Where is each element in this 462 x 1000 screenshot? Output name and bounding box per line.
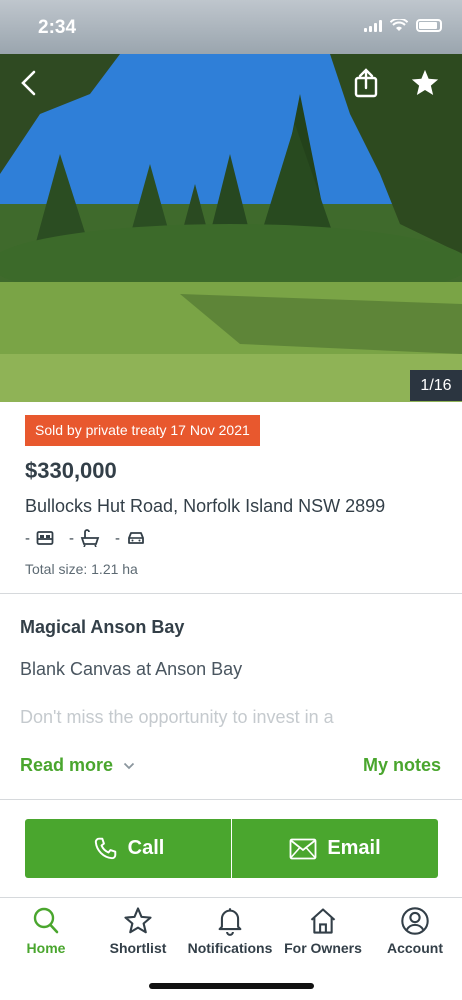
sold-badge: Sold by private treaty 17 Nov 2021 [25,415,260,446]
description-section: Magical Anson Bay Blank Canvas at Anson … [0,594,462,800]
wifi-icon [390,19,408,31]
chevron-down-icon [123,762,135,769]
description-subheading: Blank Canvas at Anson Bay [20,659,243,679]
price: $330,000 [25,458,117,483]
tab-home-label: Home [26,940,66,956]
bath-icon [80,529,100,547]
tab-notifications-label: Notifications [187,940,273,956]
hero-photo[interactable]: 2:34 1/16 [0,0,462,402]
tab-home[interactable]: Home [0,906,92,956]
chevron-left-icon [21,70,36,96]
description-preview: Don't miss the opportunity to invest in … [20,707,334,727]
bedrooms-feature: - [25,530,54,547]
user-icon [401,907,429,935]
call-button[interactable]: Call [25,819,231,878]
bathrooms-feature: - [69,529,100,547]
parking-value: - [115,529,120,547]
bed-icon [36,531,54,545]
status-icons [364,19,442,32]
parking-feature: - [115,530,146,547]
total-size: Total size: 1.21 ha [25,561,138,577]
bedrooms-value: - [25,529,30,547]
email-button[interactable]: Email [231,819,438,878]
shortlist-star-button[interactable] [410,68,440,103]
status-bar: 2:34 [0,0,462,54]
phone-icon [94,837,116,859]
tab-for-owners[interactable]: For Owners [277,906,369,956]
share-button[interactable] [352,68,380,103]
tab-shortlist[interactable]: Shortlist [92,906,184,956]
star-icon [124,907,152,934]
home-indicator [149,983,314,989]
description-headline: Magical Anson Bay [20,617,185,637]
property-features: - - - [25,529,161,547]
mail-icon [289,838,317,859]
bell-icon [218,908,242,936]
call-label: Call [127,837,165,859]
signal-icon [364,19,382,32]
share-icon [354,68,378,98]
tab-account-label: Account [387,940,443,956]
address: Bullocks Hut Road, Norfolk Island NSW 28… [25,496,386,516]
back-button[interactable] [18,70,40,101]
battery-icon [416,19,442,32]
house-icon [310,908,336,934]
search-icon [33,907,59,934]
listing-details: Sold by private treaty 17 Nov 2021 $330,… [0,402,462,594]
tab-account[interactable]: Account [369,906,461,956]
read-more-button[interactable]: Read more [20,755,135,776]
my-notes-button[interactable]: My notes [363,755,441,776]
status-time: 2:34 [38,17,77,38]
read-more-label: Read more [20,755,114,775]
tab-for-owners-label: For Owners [284,940,362,956]
bathrooms-value: - [69,529,74,547]
contact-actions: Call Email [25,819,438,878]
tab-shortlist-label: Shortlist [109,940,167,956]
star-icon [411,69,439,95]
email-label: Email [327,837,381,859]
tab-notifications[interactable]: Notifications [184,906,276,956]
car-icon [128,532,144,544]
photo-counter: 1/16 [410,370,462,401]
landscape-image [0,54,462,402]
